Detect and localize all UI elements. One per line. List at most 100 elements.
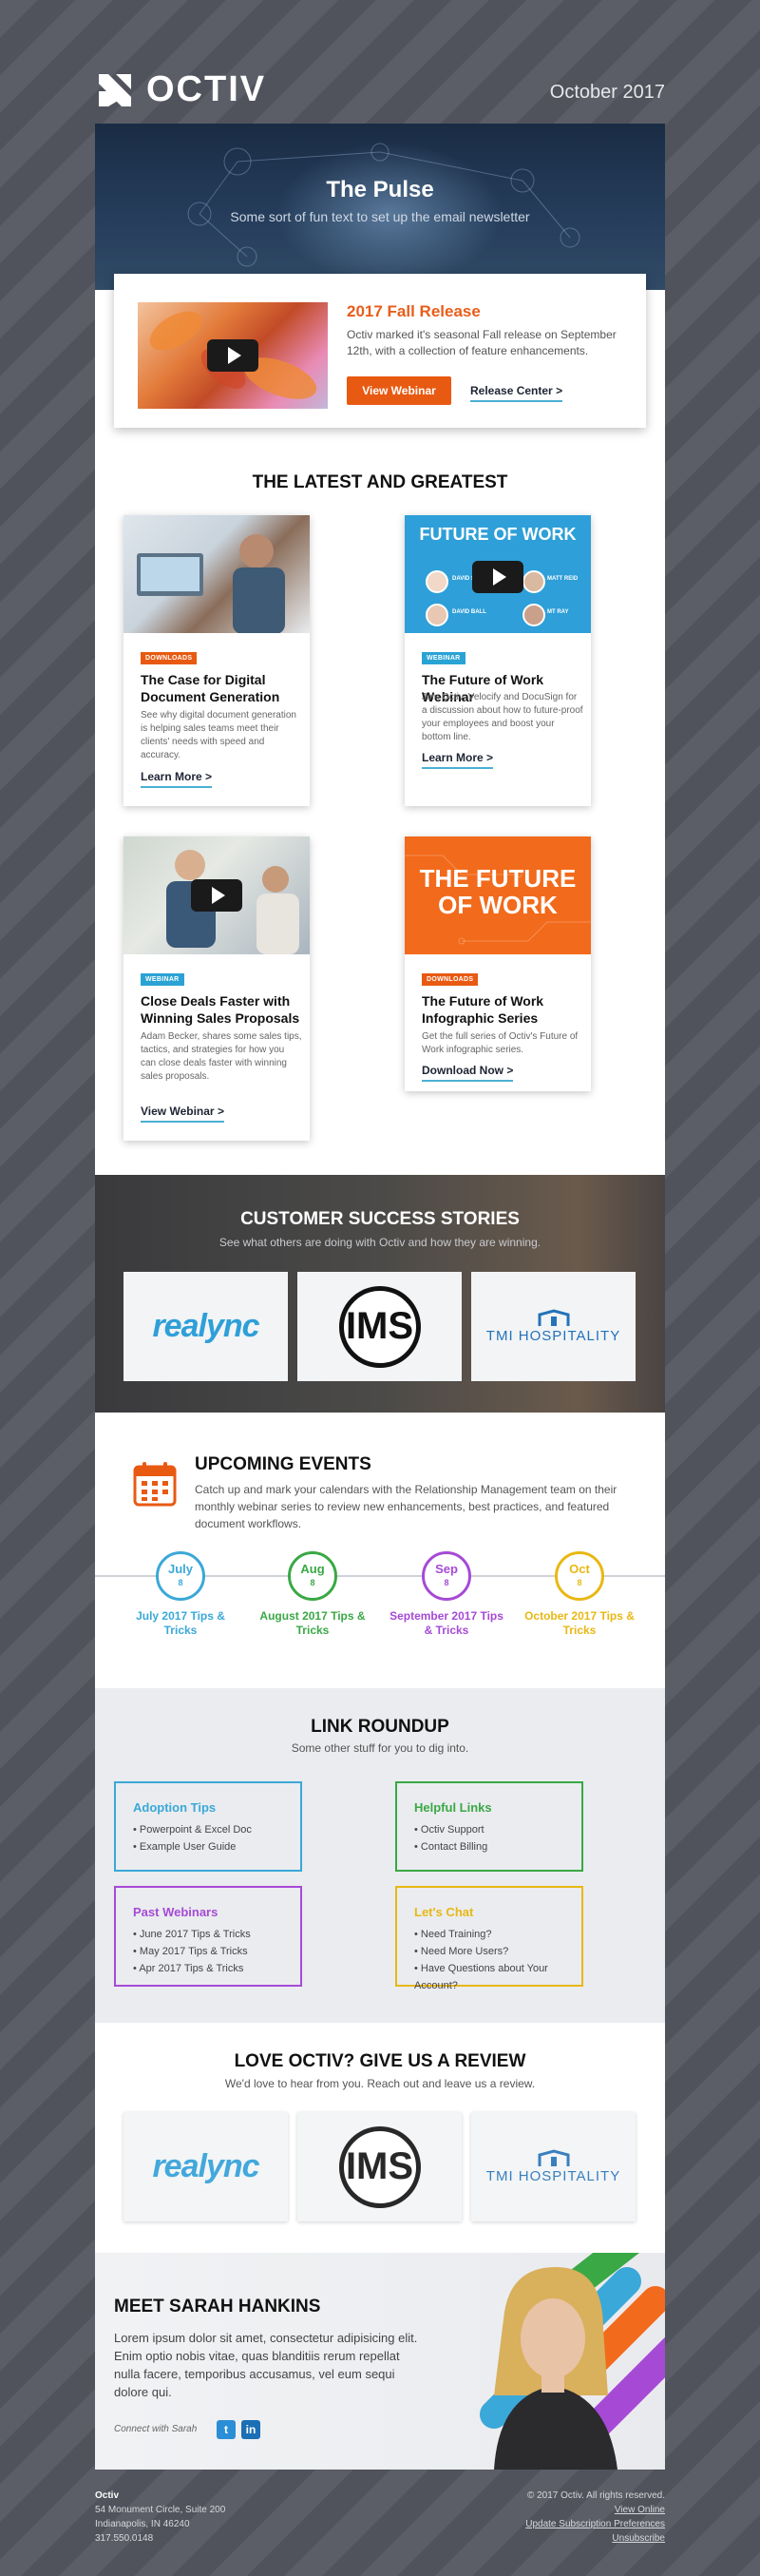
speaker-3: DAVID BALL (452, 609, 486, 615)
twitter-icon[interactable]: t (217, 2420, 236, 2439)
latest-title: THE LATEST AND GREATEST (252, 472, 508, 492)
event-date-september[interactable]: Sep 8 (422, 1551, 471, 1601)
ims-review-logo[interactable]: IMS (297, 2112, 462, 2221)
box-link[interactable]: May 2017 Tips & Tricks (133, 1943, 251, 1960)
helpful-links-box: Helpful Links Octiv SupportContact Billi… (395, 1781, 583, 1872)
view-webinar-link[interactable]: View Webinar > (141, 1103, 224, 1123)
tag-badge: WEBINAR (422, 652, 466, 664)
release-center-link[interactable]: Release Center > (470, 382, 563, 402)
download-now-link[interactable]: Download Now > (422, 1062, 514, 1082)
link-roundup-section: LINK ROUNDUP Some other stuff for you to… (95, 1688, 665, 2023)
item-description: Join Octiv, Velocify and DocuSign for a … (422, 692, 583, 742)
sarah-photo (475, 2262, 627, 2470)
box-link[interactable]: Powerpoint & Excel Doc (133, 1821, 252, 1838)
link-label: Learn More (141, 770, 202, 783)
future-of-work-infographic-image: THE FUTURE OF WORK (405, 836, 591, 954)
event-date-july[interactable]: July 8 (156, 1551, 205, 1601)
tmi-hospitality-logo[interactable]: TMI HOSPITALITY (471, 1272, 636, 1381)
box-link[interactable]: Octiv Support (414, 1821, 487, 1838)
play-icon[interactable] (207, 339, 258, 372)
success-title: CUSTOMER SUCCESS STORIES (240, 1209, 520, 1229)
tag-badge: DOWNLOADS (141, 652, 198, 664)
item-title: Close Deals Faster with Winning Sales Pr… (141, 993, 300, 1026)
roundup-subtitle: Some other stuff for you to dig into. (291, 1741, 469, 1755)
speaker-2: MATT REID (547, 576, 579, 582)
play-icon[interactable] (472, 561, 523, 593)
events-description: Catch up and mark your calendars with th… (195, 1483, 618, 1530)
feature-title: 2017 Fall Release (347, 302, 481, 320)
unsubscribe-link[interactable]: Unsubscribe (612, 2533, 665, 2544)
meet-bio: Lorem ipsum dolor sit amet, consectetur … (114, 2331, 418, 2399)
event-date-october[interactable]: Oct 8 (555, 1551, 604, 1601)
event-label-september[interactable]: September 2017 Tips & Tricks (390, 1609, 504, 1638)
brand-name: OCTIV (146, 68, 267, 109)
footer-copyright: © 2017 Octiv. All rights reserved. (526, 2490, 665, 2501)
box-title: Past Webinars (133, 1905, 218, 1919)
footer-address-1: 54 Monument Circle, Suite 200 (95, 2505, 226, 2515)
octiv-mark-icon (99, 74, 131, 106)
chevron-right-icon: > (506, 1064, 514, 1077)
latest-item-infographic: THE FUTURE OF WORK DOWNLOADS The Future … (405, 836, 591, 1091)
link-label: View Webinar (141, 1105, 215, 1118)
past-webinars-box: Past Webinars June 2017 Tips & TricksMay… (114, 1886, 302, 1987)
fall-leaves-video-thumbnail[interactable] (138, 302, 328, 409)
tmi-name: TMI HOSPITALITY (485, 2168, 621, 2184)
newsletter-card: The Pulse Some sort of fun text to set u… (95, 124, 665, 2470)
future-of-work-video-thumbnail[interactable]: FUTURE OF WORK DAVID SEIFERT MATT REID D… (405, 515, 591, 633)
lets-chat-box: Let's Chat Need Training?Need More Users… (395, 1886, 583, 1991)
view-online-link[interactable]: View Online (615, 2505, 665, 2515)
event-label-july[interactable]: July 2017 Tips & Tricks (124, 1609, 238, 1638)
box-title: Let's Chat (414, 1905, 474, 1919)
realync-review-logo[interactable]: realync (124, 2112, 288, 2221)
link-label: Download Now (422, 1064, 504, 1077)
event-label-august[interactable]: August 2017 Tips & Tricks (256, 1609, 370, 1638)
box-link[interactable]: June 2017 Tips & Tricks (133, 1926, 251, 1943)
box-link[interactable]: Apr 2017 Tips & Tricks (133, 1960, 251, 1977)
item-title: The Future of Work Infographic Series (422, 993, 544, 1026)
speaker-4: MT RAY (547, 609, 569, 615)
hero-subtitle: Some sort of fun text to set up the emai… (230, 209, 530, 224)
chevron-right-icon: > (556, 384, 563, 397)
item-description: Adam Becker, shares some sales tips, tac… (141, 1031, 302, 1082)
box-title: Adoption Tips (133, 1800, 217, 1815)
box-link[interactable]: Need More Users? (414, 1943, 581, 1960)
latest-item-digital-docs: DOWNLOADS The Case for Digital Document … (124, 515, 310, 806)
box-link[interactable]: Need Training? (414, 1926, 581, 1943)
review-title: LOVE OCTIV? GIVE US A REVIEW (234, 2051, 526, 2071)
events-title: UPCOMING EVENTS (195, 1454, 371, 1474)
learn-more-link[interactable]: Learn More > (422, 749, 494, 769)
item-description: See why digital document generation is h… (141, 710, 296, 760)
linkedin-icon[interactable]: in (241, 2420, 260, 2439)
learn-more-link[interactable]: Learn More > (141, 768, 213, 788)
handshake-video-thumbnail[interactable] (124, 836, 310, 954)
event-date-august[interactable]: Aug 8 (288, 1551, 337, 1601)
box-link[interactable]: Have Questions about Your Account? (414, 1960, 581, 1994)
preferences-link[interactable]: Update Subscription Preferences (525, 2519, 665, 2529)
issue-date: October 2017 (549, 82, 665, 103)
chevron-right-icon: > (486, 751, 494, 764)
realync-logo[interactable]: realync (124, 1272, 288, 1381)
latest-item-close-deals: WEBINAR Close Deals Faster with Winning … (124, 836, 310, 1141)
hero-title: The Pulse (326, 177, 434, 202)
footer-phone: 317.550.0148 (95, 2533, 154, 2544)
success-subtitle: See what others are doing with Octiv and… (218, 1236, 542, 1249)
feature-description: Octiv marked it's seasonal Fall release … (347, 328, 617, 357)
image-heading: THE FUTURE OF WORK (419, 864, 577, 919)
box-link[interactable]: Example User Guide (133, 1838, 252, 1855)
footer-address-2: Indianapolis, IN 46240 (95, 2519, 190, 2529)
chevron-right-icon: > (217, 1105, 224, 1118)
calendar-icon (133, 1462, 177, 1507)
tmi-hospitality-review-logo[interactable]: TMI HOSPITALITY (471, 2112, 636, 2221)
event-label-october[interactable]: October 2017 Tips & Tricks (522, 1609, 636, 1638)
box-link[interactable]: Contact Billing (414, 1838, 487, 1855)
ims-logo[interactable]: IMS (297, 1272, 462, 1381)
tag-badge: WEBINAR (141, 973, 184, 986)
footer-address: Octiv 54 Monument Circle, Suite 200 Indi… (95, 2489, 225, 2546)
view-webinar-button[interactable]: View Webinar (347, 376, 451, 405)
play-icon[interactable] (191, 879, 242, 912)
meet-section: MEET SARAH HANKINS Lorem ipsum dolor sit… (95, 2253, 665, 2470)
connect-label: Connect with Sarah (114, 2424, 198, 2434)
octiv-logo[interactable]: OCTIV (95, 68, 266, 110)
link-label: Learn More (422, 751, 484, 764)
tmi-name: TMI HOSPITALITY (485, 1328, 621, 1344)
